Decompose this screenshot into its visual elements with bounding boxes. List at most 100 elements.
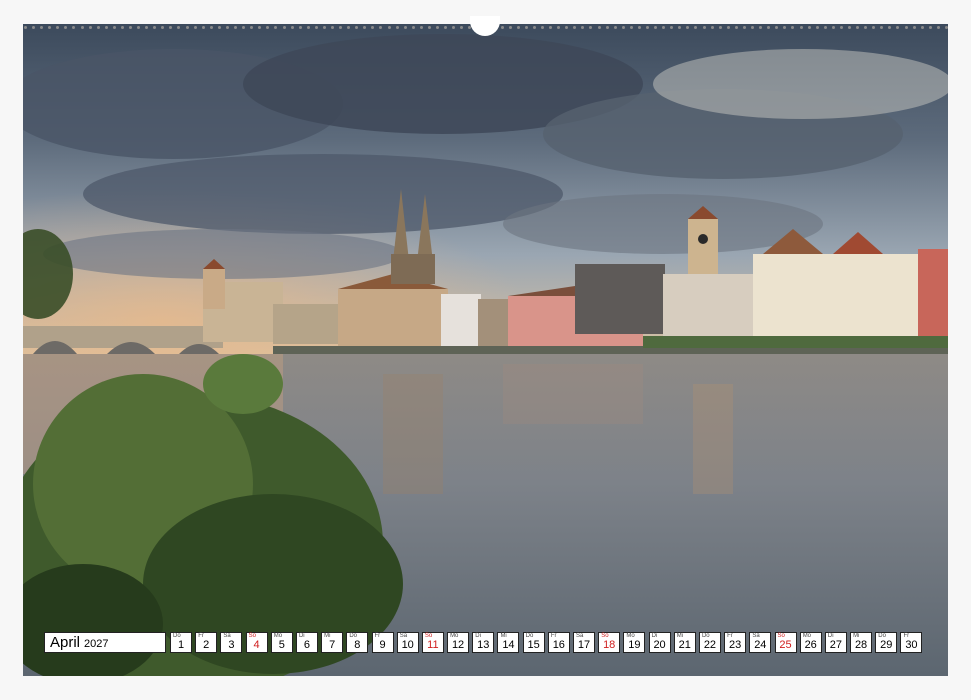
day-cell: Sa 3 xyxy=(220,632,243,653)
binding-hole xyxy=(40,25,44,29)
day-cell: Fr 9 xyxy=(371,632,394,653)
binding-hole xyxy=(169,25,173,29)
binding-hole xyxy=(48,25,52,29)
binding-hole xyxy=(880,25,884,29)
day-cell: Do 29 xyxy=(875,632,898,653)
day-cell: Sa 10 xyxy=(396,632,419,653)
binding-hole xyxy=(250,25,254,29)
binding-hole xyxy=(775,25,779,29)
binding-hole xyxy=(791,25,795,29)
binding-hole xyxy=(427,25,431,29)
day-number: 24 xyxy=(754,639,767,651)
binding-hole xyxy=(104,25,108,29)
binding-hole xyxy=(153,25,157,29)
binding-hole xyxy=(460,25,464,29)
binding-hole xyxy=(387,25,391,29)
binding-hole xyxy=(217,25,221,29)
day-cell: So 11 xyxy=(421,632,444,653)
binding-hole xyxy=(912,25,916,29)
day-cell: Sa 17 xyxy=(573,632,595,653)
binding-hole xyxy=(944,25,948,29)
day-number: 13 xyxy=(477,639,490,651)
binding-hole xyxy=(112,25,116,29)
binding-hole xyxy=(686,25,690,29)
binding-hole xyxy=(371,25,375,29)
binding-hole xyxy=(783,25,787,29)
binding-hole xyxy=(500,25,504,29)
day-cell: Mo 5 xyxy=(270,632,293,653)
binding-hole xyxy=(24,25,27,29)
binding-hole xyxy=(605,25,609,29)
binding-hole xyxy=(613,25,617,29)
binding-hole xyxy=(64,25,68,29)
binding-hole xyxy=(839,25,843,29)
binding-hole xyxy=(856,25,860,29)
day-number: 2 xyxy=(203,639,210,651)
day-cell: Di 13 xyxy=(472,632,495,653)
binding-hole xyxy=(330,25,334,29)
day-cell: So 4 xyxy=(245,632,268,653)
binding-hole xyxy=(678,25,682,29)
binding-hole xyxy=(823,25,827,29)
day-number: 26 xyxy=(804,639,817,651)
binding-hole xyxy=(185,25,189,29)
binding-hole xyxy=(347,25,351,29)
binding-hole xyxy=(742,25,746,29)
binding-hole xyxy=(435,25,439,29)
binding-hole xyxy=(872,25,876,29)
day-cell: Do 22 xyxy=(698,632,721,653)
binding-hole xyxy=(621,25,625,29)
day-cell: Fr 2 xyxy=(195,632,218,653)
binding-hole xyxy=(379,25,383,29)
day-number: 29 xyxy=(880,639,893,651)
binding-hole xyxy=(508,25,512,29)
binding-hole xyxy=(646,25,650,29)
binding-hole xyxy=(565,25,569,29)
day-number: 14 xyxy=(502,639,515,651)
day-cell: Do 8 xyxy=(346,632,369,653)
day-number: 18 xyxy=(603,639,616,651)
binding-hole xyxy=(258,25,262,29)
binding-hole xyxy=(694,25,698,29)
binding-hole xyxy=(928,25,932,29)
day-number: 10 xyxy=(401,639,414,651)
binding-hole xyxy=(193,25,197,29)
day-cell: Mi 21 xyxy=(673,632,696,653)
binding-hole xyxy=(306,25,310,29)
binding-hole xyxy=(395,25,399,29)
binding-hole xyxy=(799,25,803,29)
binding-hole xyxy=(920,25,924,29)
binding-hole xyxy=(177,25,181,29)
binding-hole xyxy=(290,25,294,29)
binding-hole xyxy=(120,25,124,29)
day-number: 16 xyxy=(552,639,565,651)
binding-hole xyxy=(629,25,633,29)
binding-hole xyxy=(557,25,561,29)
day-cell: Fr 23 xyxy=(724,632,747,653)
binding-hole xyxy=(767,25,771,29)
day-cell: Fr 30 xyxy=(900,632,923,653)
day-cell: Mi 7 xyxy=(321,632,344,653)
binding-hole xyxy=(718,25,722,29)
day-cell: So 25 xyxy=(774,632,797,653)
binding-hole xyxy=(524,25,528,29)
binding-hole xyxy=(452,25,456,29)
day-cell: Di 20 xyxy=(648,632,671,653)
binding-hole xyxy=(282,25,286,29)
day-number: 17 xyxy=(577,639,591,651)
binding-hole xyxy=(734,25,738,29)
binding-hole xyxy=(355,25,359,29)
day-cell: Di 27 xyxy=(824,632,847,653)
day-cell: Do 1 xyxy=(170,632,192,653)
binding-hole xyxy=(904,25,908,29)
binding-hole xyxy=(274,25,278,29)
day-number: 28 xyxy=(854,639,868,651)
day-number: 8 xyxy=(354,639,361,651)
binding-hole xyxy=(234,25,238,29)
binding-hole xyxy=(363,25,367,29)
binding-hole xyxy=(710,25,714,29)
day-cells: Do 1 Fr 2 Sa 3 So 4 Mo 5 Di 6 Mi 7 Do 8 Fr 9 Sa 10 So 11 Mo 12 D… xyxy=(170,632,926,655)
binding-hole xyxy=(444,25,448,29)
month-name: April xyxy=(50,634,81,651)
day-number: 22 xyxy=(703,639,717,651)
